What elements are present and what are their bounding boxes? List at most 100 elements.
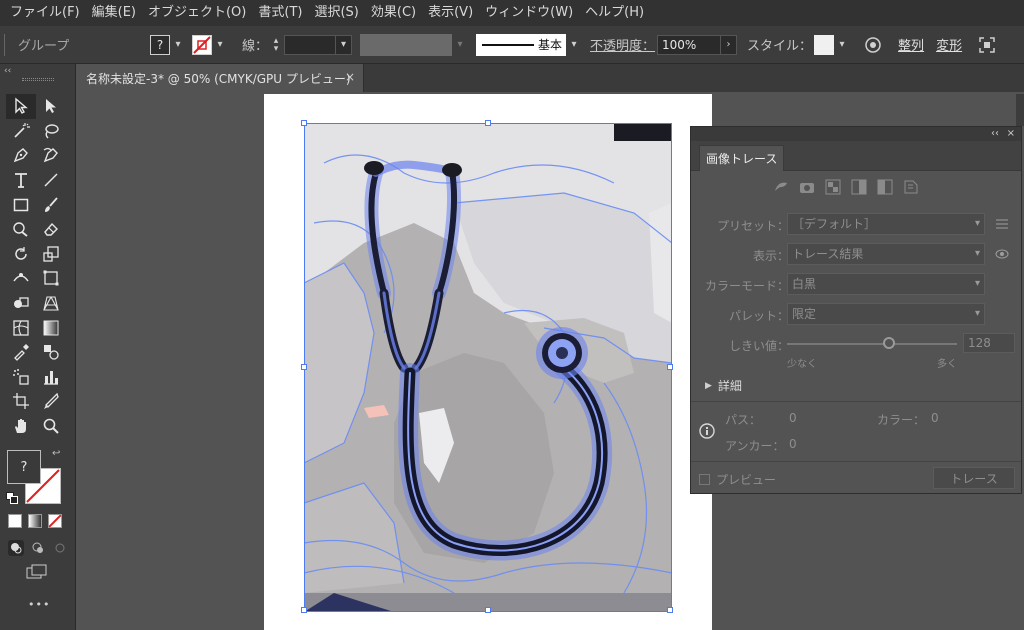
grayscale-icon[interactable] [851, 179, 867, 195]
threshold-slider-knob[interactable] [883, 337, 895, 349]
panel-titlebar[interactable]: ‹‹ × [691, 127, 1021, 141]
free-transform-tool-icon[interactable] [36, 266, 66, 291]
outline-icon[interactable] [903, 179, 919, 195]
rectangle-tool-icon[interactable] [6, 192, 36, 217]
menu-view[interactable]: 表示(V) [422, 0, 479, 26]
column-graph-tool-icon[interactable] [36, 365, 66, 390]
selection-tool-icon[interactable] [6, 94, 36, 119]
panel-collapse-icon[interactable]: ‹‹ [991, 127, 999, 141]
slice-tool-icon[interactable] [36, 389, 66, 414]
edit-toolbar-icon[interactable]: ••• [28, 598, 50, 611]
symbol-sprayer-tool-icon[interactable] [6, 365, 36, 390]
draw-normal-icon[interactable] [8, 540, 24, 556]
isolate-selection-icon[interactable] [978, 36, 996, 54]
blend-tool-icon[interactable] [36, 340, 66, 365]
line-segment-tool-icon[interactable] [36, 168, 66, 193]
stroke-dropdown-chevron-icon[interactable]: ▾ [212, 35, 228, 55]
document-tab-close-icon[interactable]: × [345, 70, 355, 84]
traced-artwork[interactable] [304, 123, 672, 612]
perspective-grid-tool-icon[interactable] [36, 291, 66, 316]
panel-divider-bottom [691, 461, 1021, 462]
draw-inside-icon[interactable] [52, 540, 68, 556]
magic-wand-tool-icon[interactable] [6, 119, 36, 144]
style-chevron-icon[interactable]: ▾ [834, 35, 850, 55]
stroke-none-swatch[interactable] [192, 34, 212, 55]
screen-mode-icon[interactable] [26, 564, 48, 583]
view-eye-icon[interactable] [995, 248, 1009, 260]
auto-color-icon[interactable] [773, 179, 789, 195]
opacity-input[interactable]: 100% [657, 34, 722, 55]
mesh-tool-icon[interactable] [6, 315, 36, 340]
variable-width-profile[interactable] [360, 33, 453, 56]
swap-fill-stroke-icon[interactable]: ↩ [52, 448, 60, 459]
width-tool-icon[interactable] [6, 266, 36, 291]
stroke-weight-chevron-icon[interactable]: ▾ [336, 34, 353, 55]
profile-chevron-icon[interactable]: ▾ [452, 35, 468, 55]
view-select[interactable]: トレース結果 ▾ [787, 243, 985, 265]
document-tab[interactable]: 名称未設定-3* @ 50% (CMYK/GPU プレビュー) × [76, 64, 364, 92]
tool-grid [6, 94, 66, 438]
panel-tab-row: 画像トレース [691, 141, 1021, 171]
low-color-icon[interactable] [825, 179, 841, 195]
eraser-tool-icon[interactable] [36, 217, 66, 242]
shape-builder-tool-icon[interactable] [6, 291, 36, 316]
lasso-tool-icon[interactable] [36, 119, 66, 144]
menu-type[interactable]: 書式(T) [252, 0, 308, 26]
menu-edit[interactable]: 編集(E) [86, 0, 142, 26]
brush-definition[interactable]: 基本 [476, 33, 567, 56]
gradient-tool-icon[interactable] [36, 315, 66, 340]
curvature-tool-icon[interactable] [36, 143, 66, 168]
threshold-slider-track[interactable] [787, 343, 957, 345]
opacity-chevron-icon[interactable]: › [721, 34, 738, 55]
menu-help[interactable]: ヘルプ(H) [579, 0, 650, 26]
trace-button[interactable]: トレース [933, 467, 1015, 489]
fill-swatch-large[interactable]: ? [7, 450, 41, 484]
stroke-weight-input[interactable] [284, 34, 337, 55]
toolbox-collapse-icon[interactable]: ‹‹ [4, 66, 11, 76]
preview-checkbox[interactable] [699, 474, 710, 485]
menu-window[interactable]: ウィンドウ(W) [479, 0, 579, 26]
stroke-stepper-icon[interactable]: ▴ ▾ [268, 35, 284, 55]
menu-file[interactable]: ファイル(F) [4, 0, 86, 26]
panel-close-icon[interactable]: × [1007, 127, 1015, 141]
color-mode-select[interactable]: 白黒 ▾ [787, 273, 985, 295]
preset-menu-icon[interactable] [995, 217, 1009, 231]
gradient-mode-icon[interactable] [28, 514, 42, 528]
rotate-tool-icon[interactable] [6, 242, 36, 267]
panel-tab-image-trace[interactable]: 画像トレース [699, 145, 785, 171]
recolor-artwork-icon[interactable] [864, 36, 882, 54]
menu-object[interactable]: オブジェクト(O) [142, 0, 252, 26]
black-white-icon[interactable] [877, 179, 893, 195]
advanced-toggle[interactable]: ▶ 詳細 [705, 377, 742, 394]
menu-bar: ファイル(F) 編集(E) オブジェクト(O) 書式(T) 選択(S) 効果(C… [0, 0, 1024, 26]
fill-dropdown-chevron-icon[interactable]: ▾ [170, 35, 186, 55]
none-mode-icon[interactable] [48, 514, 62, 528]
default-fill-stroke-icon[interactable] [6, 492, 18, 504]
preset-select[interactable]: ［デフォルト］ ▾ [787, 213, 985, 235]
paintbrush-tool-icon[interactable] [36, 192, 66, 217]
hand-tool-icon[interactable] [6, 414, 36, 439]
pen-tool-icon[interactable] [6, 143, 36, 168]
shaper-tool-icon[interactable] [6, 217, 36, 242]
eyedropper-tool-icon[interactable] [6, 340, 36, 365]
threshold-min-label: 少なく [787, 359, 817, 370]
align-button[interactable]: 整列 [898, 35, 924, 54]
menu-effect[interactable]: 効果(C) [365, 0, 422, 26]
brush-chevron-icon[interactable]: ▾ [566, 35, 582, 55]
direct-selection-tool-icon[interactable] [36, 94, 66, 119]
transform-button[interactable]: 変形 [936, 35, 962, 54]
fill-swatch[interactable]: ? [150, 34, 170, 55]
style-swatch[interactable] [814, 34, 835, 55]
zoom-tool-icon[interactable] [36, 414, 66, 439]
artboard-tool-icon[interactable] [6, 389, 36, 414]
type-tool-icon[interactable] [6, 168, 36, 193]
draw-behind-icon[interactable] [30, 540, 46, 556]
opacity-label[interactable]: 不透明度： [590, 35, 655, 54]
color-mode-icon[interactable] [8, 514, 22, 528]
menu-select[interactable]: 選択(S) [308, 0, 364, 26]
threshold-input[interactable]: 128 [963, 333, 1015, 353]
palette-select[interactable]: 限定 ▾ [787, 303, 985, 325]
scale-tool-icon[interactable] [36, 242, 66, 267]
high-color-icon[interactable] [799, 179, 815, 195]
color-mode-chevron-down-icon: ▾ [974, 278, 980, 289]
